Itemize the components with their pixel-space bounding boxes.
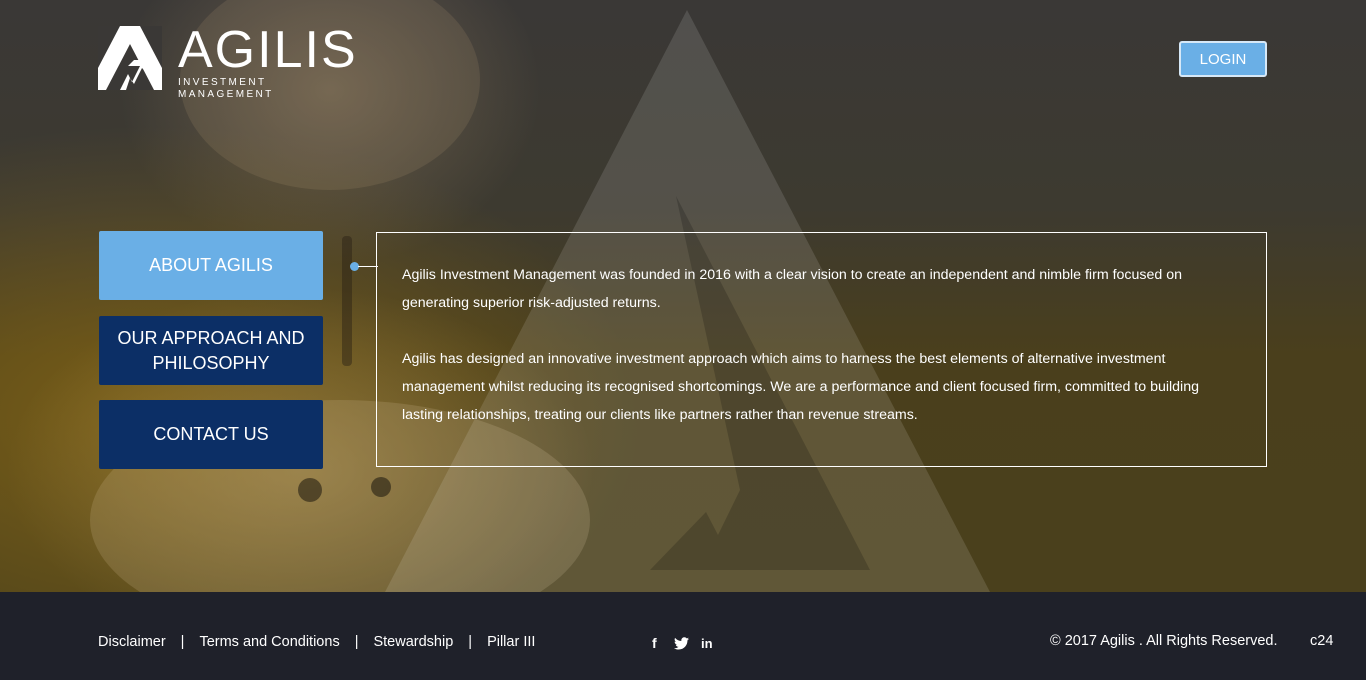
logo-subtitle: INVESTMENT MANAGEMENT xyxy=(178,77,274,100)
footer-separator: | xyxy=(180,634,185,650)
footer: Disclaimer | Terms and Conditions | Stew… xyxy=(0,592,1366,680)
nav-about-agilis[interactable]: ABOUT AGILIS xyxy=(99,231,323,300)
agilis-logo[interactable]: AGILIS INVESTMENT MANAGEMENT xyxy=(98,22,358,100)
login-button[interactable]: LOGIN xyxy=(1179,41,1267,77)
copyright-text: © 2017 Agilis . All Rights Reserved. xyxy=(1050,633,1278,649)
active-nav-connector xyxy=(350,261,378,271)
social-icons: f in xyxy=(650,636,727,650)
agilis-logo-mark-icon xyxy=(98,26,162,90)
facebook-icon[interactable]: f xyxy=(650,636,662,650)
nav-our-approach[interactable]: OUR APPROACH AND PHILOSOPHY xyxy=(99,316,323,385)
connector-line xyxy=(358,266,378,267)
site-credit-code[interactable]: c24 xyxy=(1310,633,1333,649)
footer-separator: | xyxy=(468,634,473,650)
footer-link-terms[interactable]: Terms and Conditions xyxy=(199,634,339,650)
about-paragraph-1: Agilis Investment Management was founded… xyxy=(402,267,1182,311)
footer-link-stewardship[interactable]: Stewardship xyxy=(373,634,453,650)
about-content-box: Agilis Investment Management was founded… xyxy=(376,232,1267,467)
about-paragraph-2: Agilis has designed an innovative invest… xyxy=(402,351,1199,423)
logo-wordmark: AGILIS xyxy=(178,21,358,79)
footer-link-disclaimer[interactable]: Disclaimer xyxy=(98,634,166,650)
linkedin-icon[interactable]: in xyxy=(701,636,715,650)
twitter-icon[interactable] xyxy=(674,636,689,650)
svg-text:in: in xyxy=(701,636,713,650)
footer-separator: | xyxy=(354,634,359,650)
nav-contact-us[interactable]: CONTACT US xyxy=(99,400,323,469)
footer-links: Disclaimer | Terms and Conditions | Stew… xyxy=(98,634,535,650)
svg-text:f: f xyxy=(652,636,657,650)
footer-link-pillar-iii[interactable]: Pillar III xyxy=(487,634,535,650)
